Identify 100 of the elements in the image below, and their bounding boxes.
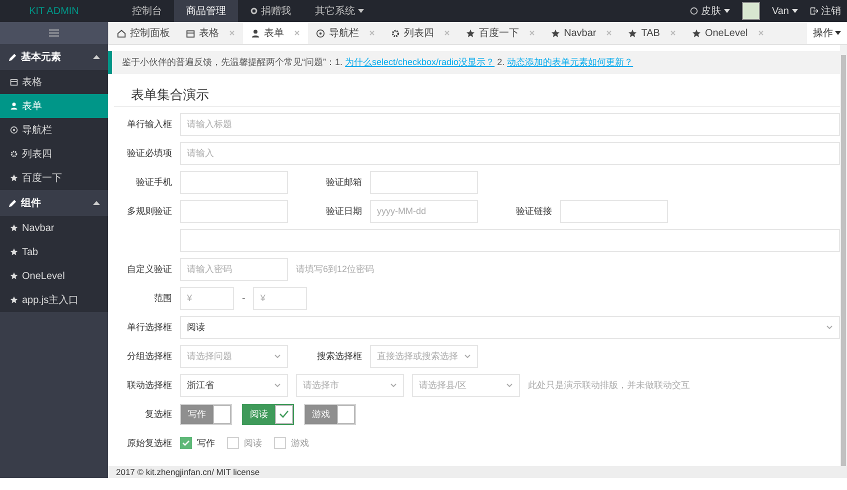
caret-icon: [358, 9, 364, 13]
window-icon: [10, 78, 18, 86]
close-icon[interactable]: [229, 30, 235, 36]
nav-item[interactable]: 控制台: [120, 0, 174, 22]
pencil-icon: [8, 198, 17, 208]
check-icon: [182, 440, 190, 446]
sidebar-item[interactable]: 导航栏: [0, 118, 108, 142]
close-icon[interactable]: [444, 30, 450, 36]
separator-text: -: [242, 292, 246, 304]
sidebar-item[interactable]: 表单: [0, 94, 108, 118]
field-label: 验证日期: [325, 204, 363, 218]
input-field[interactable]: 请输入密码: [180, 258, 288, 280]
tick-box[interactable]: [213, 404, 231, 424]
hint-text: 此处只是演示联动排版，并未做联动交互: [528, 378, 690, 392]
field-label: 验证手机: [135, 176, 173, 188]
field-label: 搜索选择框: [316, 350, 363, 362]
logout-icon: [810, 7, 818, 15]
logout-link[interactable]: 注销: [810, 4, 841, 18]
tick-box[interactable]: [275, 404, 293, 424]
star-icon: [10, 296, 18, 304]
sidebar-item[interactable]: app.js主入口: [0, 288, 108, 312]
field-label: 原始复选框: [126, 436, 173, 450]
tab[interactable]: 控制面板: [109, 22, 178, 44]
compass-icon: [316, 28, 325, 38]
field-label: 联动选择框: [126, 378, 173, 392]
chevron-icon: [464, 354, 471, 358]
star-icon: [10, 272, 18, 280]
skin-menu[interactable]: 皮肤: [690, 4, 730, 18]
checkbox[interactable]: [274, 437, 286, 449]
field-label: 单行选择框: [126, 320, 173, 334]
input-field[interactable]: 请输入: [180, 142, 840, 164]
input-field[interactable]: [560, 200, 668, 222]
sidebar-item[interactable]: 表格: [0, 70, 108, 94]
avatar[interactable]: [742, 2, 760, 20]
person-icon: [10, 102, 18, 110]
input-field[interactable]: ¥: [253, 286, 308, 310]
close-icon[interactable]: [369, 30, 375, 36]
tab[interactable]: 表单: [243, 22, 308, 44]
tab[interactable]: 百度一下: [458, 22, 543, 44]
sidebar-item[interactable]: 百度一下: [0, 166, 108, 190]
checkbox-label: 阅读: [244, 436, 262, 450]
checkbox-label: 写作: [197, 436, 215, 450]
star-icon: [692, 28, 701, 38]
input-field[interactable]: ¥: [180, 286, 234, 310]
nav-item[interactable]: 捐赠我: [238, 0, 303, 22]
chevron-icon: [826, 324, 833, 330]
tab[interactable]: OneLevel: [684, 22, 772, 44]
select-field[interactable]: 浙江省: [180, 374, 288, 396]
sidebar-item[interactable]: Tab: [0, 240, 108, 264]
field-label: 验证邮箱: [325, 176, 363, 188]
close-icon[interactable]: [758, 30, 764, 36]
field-label: 单行输入框: [126, 118, 173, 130]
input-field[interactable]: yyyy-MM-dd: [370, 200, 478, 222]
select-field[interactable]: 阅读: [180, 316, 840, 338]
tab[interactable]: 导航栏: [308, 22, 383, 44]
checkbox[interactable]: [180, 437, 192, 449]
house-icon: [117, 28, 126, 38]
pencil-icon: [8, 52, 17, 62]
input-field[interactable]: [180, 228, 840, 252]
tab[interactable]: Navbar: [543, 22, 620, 44]
sidebar-item[interactable]: 列表四: [0, 142, 108, 166]
notice-text: 鉴于小伙伴的普遍反馈，先温馨提醒两个常见“问题”：1. 为什么select/checkbox/radio没显示？ 2. 动态添加的表单元素如何更新？: [108, 51, 840, 74]
checkbox-toggle[interactable]: 阅读: [242, 404, 294, 424]
input-field[interactable]: [370, 170, 478, 194]
actions-dropdown[interactable]: 操作: [807, 22, 847, 44]
tab[interactable]: 列表四: [383, 22, 458, 44]
close-icon[interactable]: [529, 30, 535, 36]
field-label: 验证必填项: [126, 146, 173, 160]
tab[interactable]: TAB: [620, 22, 684, 44]
close-icon[interactable]: [294, 30, 300, 36]
sidebar-item[interactable]: Navbar: [0, 216, 108, 240]
chevron-icon: [274, 382, 281, 388]
tab[interactable]: 表格: [178, 22, 243, 44]
star-icon: [10, 224, 18, 232]
field-label: 验证链接: [515, 204, 553, 218]
check-icon: [279, 410, 289, 418]
field-label: 分组选择框: [126, 350, 173, 362]
sidebar-item[interactable]: OneLevel: [0, 264, 108, 288]
input-field[interactable]: [180, 200, 288, 222]
field-label: 范围: [153, 292, 173, 304]
menu-icon[interactable]: [49, 29, 59, 37]
close-icon[interactable]: [606, 30, 612, 36]
nav-item[interactable]: 商品管理: [174, 0, 238, 22]
close-icon[interactable]: [670, 30, 676, 36]
caret-icon: [835, 31, 841, 35]
footer-text: 2017 © kit.zhengjinfan.cn/ MIT license: [108, 466, 847, 478]
checkbox-label: 游戏: [291, 436, 309, 450]
star-icon: [551, 28, 560, 38]
chevron-icon: [274, 354, 281, 358]
input-field[interactable]: [180, 170, 288, 194]
user-menu[interactable]: Van: [772, 6, 798, 16]
checkbox[interactable]: [227, 437, 239, 449]
star-icon: [10, 248, 18, 256]
logo[interactable]: KIT ADMIN: [0, 0, 108, 22]
window-icon: [186, 28, 195, 38]
caret-icon: [792, 9, 798, 13]
group-title: 基本元素: [21, 50, 61, 64]
input-field[interactable]: 请输入标题: [180, 112, 840, 136]
tick-box[interactable]: [337, 404, 355, 424]
nav-item[interactable]: 其它系统: [303, 0, 376, 22]
